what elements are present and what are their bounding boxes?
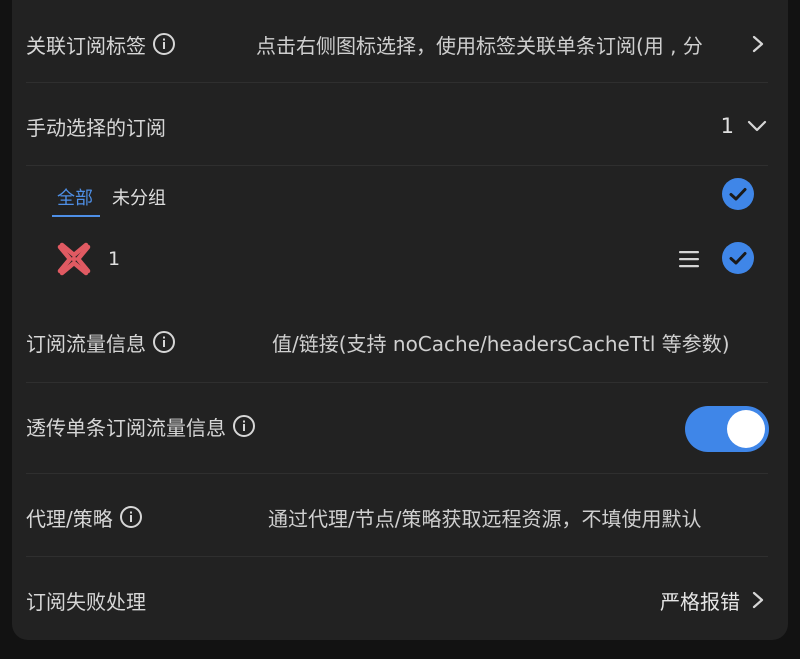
passthrough-traffic-toggle[interactable] [685, 406, 769, 452]
manual-subscriptions-label: 手动选择的订阅 [26, 115, 166, 140]
chevron-down-icon[interactable] [746, 116, 768, 136]
failure-handling-row[interactable]: 订阅失败处理 严格报错 [26, 578, 768, 622]
tab-ungrouped[interactable]: 未分组 [112, 184, 166, 210]
drag-handle-icon[interactable] [678, 249, 700, 269]
passthrough-traffic-label: 透传单条订阅流量信息 [26, 415, 226, 440]
tags-input-placeholder[interactable]: 点击右侧图标选择，使用标签关联单条订阅(用 , 分 [256, 30, 736, 59]
failure-handling-value: 严格报错 [660, 589, 740, 614]
proxy-label: 代理/策略 [26, 506, 113, 531]
passthrough-traffic-row: 透传单条订阅流量信息 [26, 404, 768, 448]
proxy-row[interactable]: 代理/策略 通过代理/节点/策略获取远程资源，不填使用默认 [26, 495, 768, 539]
divider [26, 556, 768, 557]
select-all-check-icon[interactable] [721, 177, 755, 211]
subscription-name: 1 [108, 248, 121, 270]
info-icon[interactable] [119, 505, 143, 529]
manual-subscriptions-row[interactable]: 手动选择的订阅 1 [26, 104, 768, 148]
tags-label: 关联订阅标签 [26, 33, 146, 58]
info-icon[interactable] [152, 32, 176, 56]
traffic-info-input-placeholder[interactable]: 值/链接(支持 noCache/headersCacheTtl 等参数) [272, 328, 768, 357]
divider [26, 165, 768, 166]
active-tab-indicator [52, 215, 100, 217]
proxy-input-placeholder[interactable]: 通过代理/节点/策略获取远程资源，不填使用默认 [268, 503, 768, 532]
subscription-logo-icon [57, 242, 91, 276]
divider [26, 82, 768, 83]
divider [26, 473, 768, 474]
info-icon[interactable] [152, 330, 176, 354]
tags-row[interactable]: 关联订阅标签 点击右侧图标选择，使用标签关联单条订阅(用 , 分 [26, 22, 768, 66]
divider [26, 382, 768, 383]
traffic-info-row[interactable]: 订阅流量信息 值/链接(支持 noCache/headersCacheTtl 等… [26, 320, 768, 364]
chevron-right-icon[interactable] [748, 34, 768, 54]
toggle-knob [727, 410, 765, 448]
chevron-right-icon[interactable] [748, 590, 768, 610]
subscription-check-icon[interactable] [721, 241, 755, 275]
failure-handling-label: 订阅失败处理 [26, 589, 146, 614]
info-icon[interactable] [232, 414, 256, 438]
manual-subscriptions-count: 1 [720, 114, 734, 138]
traffic-info-label: 订阅流量信息 [26, 331, 146, 356]
tab-all[interactable]: 全部 [57, 184, 93, 210]
